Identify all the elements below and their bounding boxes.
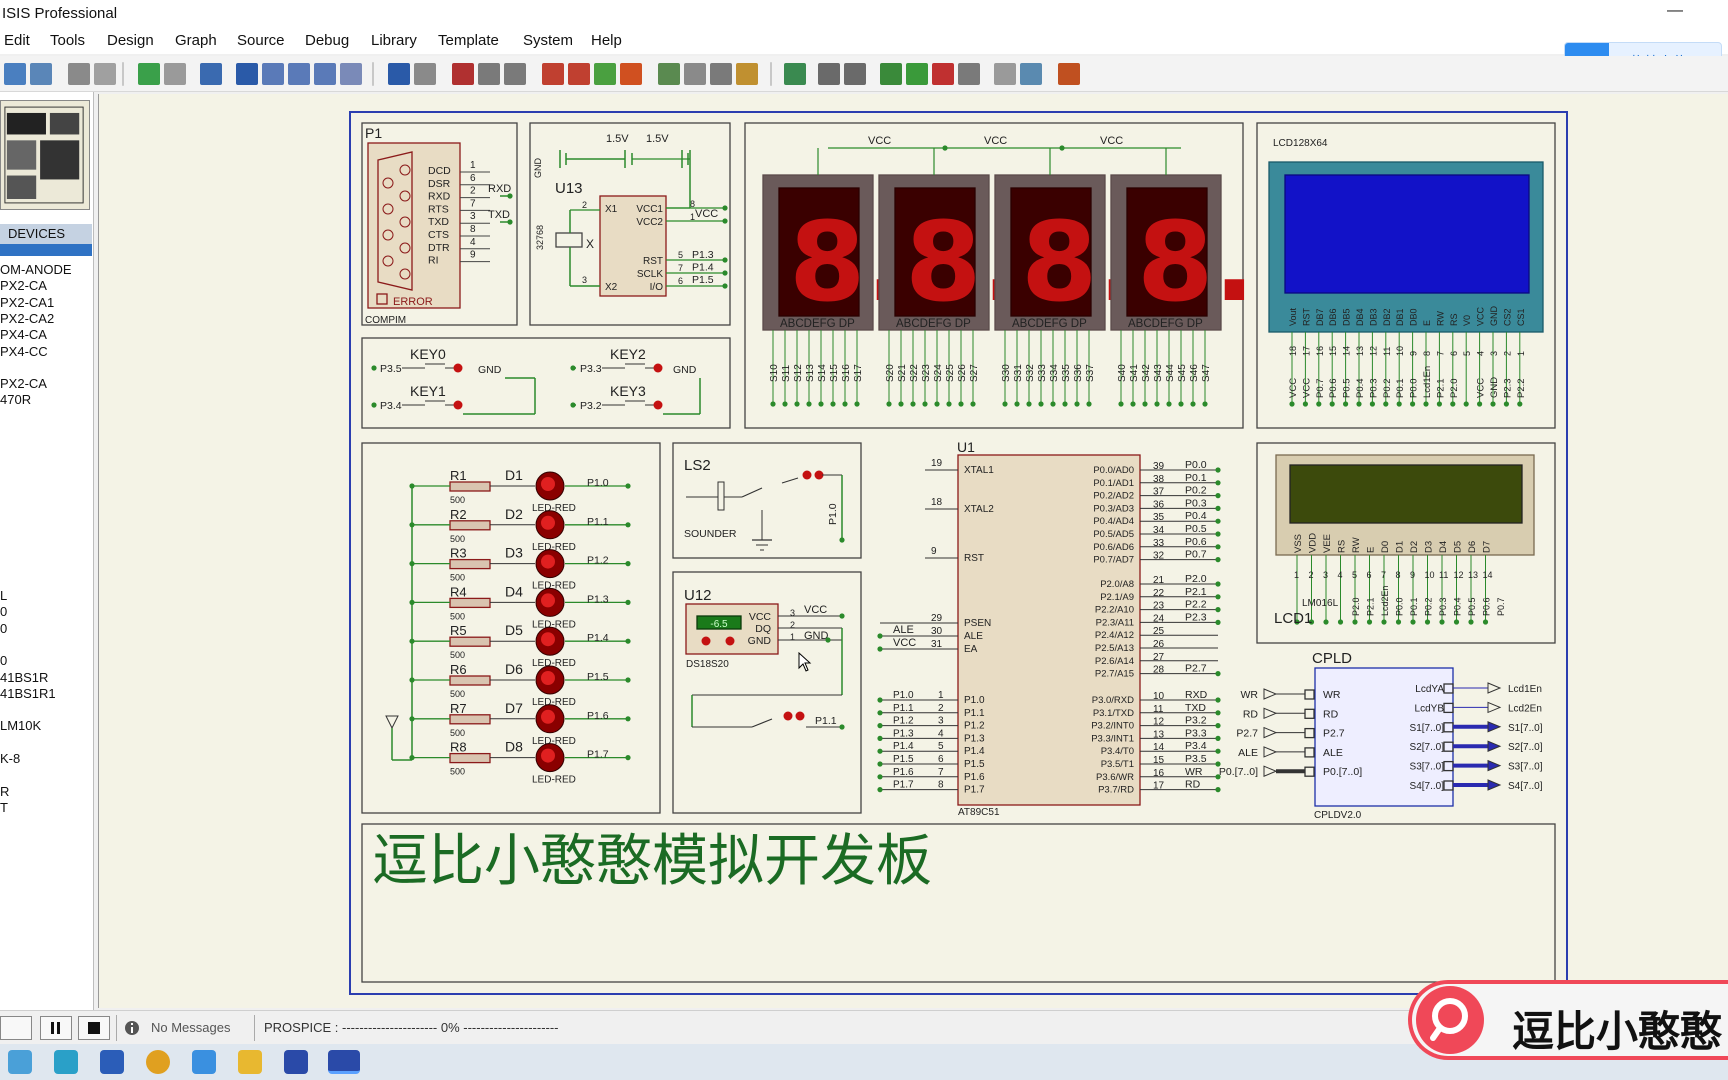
paste-icon[interactable] <box>504 63 526 85</box>
cut-icon[interactable] <box>452 63 474 85</box>
pan-icon[interactable] <box>236 63 258 85</box>
minimize-button[interactable]: — <box>1660 2 1690 24</box>
device-item[interactable]: PX2-CA <box>0 278 47 293</box>
toolbar <box>0 56 1728 92</box>
menu-system[interactable]: System <box>523 32 573 49</box>
goto-sheet-icon[interactable] <box>958 63 980 85</box>
device-item[interactable]: PX2-CA <box>0 376 47 391</box>
watermark-badge: 逗比小憨憨 <box>1408 980 1728 1060</box>
messages-status[interactable]: No Messages <box>151 1020 230 1035</box>
print-icon[interactable] <box>68 63 90 85</box>
packaging-icon[interactable] <box>710 63 732 85</box>
device-item[interactable]: LM10K <box>0 718 41 733</box>
decompose-icon[interactable] <box>736 63 758 85</box>
undo-icon[interactable] <box>388 63 410 85</box>
stop-button[interactable] <box>78 1016 110 1040</box>
baidu-netdisk-icon[interactable] <box>192 1050 216 1074</box>
isis-taskbar-icon[interactable] <box>328 1050 360 1074</box>
search-tag-icon[interactable] <box>818 63 840 85</box>
overview-window[interactable] <box>0 100 90 210</box>
mouse-cursor-icon <box>798 652 812 672</box>
page-setup-icon[interactable] <box>94 63 116 85</box>
menu-library[interactable]: Library <box>371 32 417 49</box>
info-icon <box>125 1021 139 1035</box>
stop-icon <box>88 1022 100 1034</box>
make-device-icon[interactable] <box>684 63 706 85</box>
redo-icon[interactable] <box>414 63 436 85</box>
erc-icon[interactable] <box>1020 63 1042 85</box>
window-title: ISIS Professional <box>2 5 118 22</box>
sheet-border <box>349 111 1568 995</box>
toolbar-separator <box>372 62 374 86</box>
device-item[interactable]: L <box>0 588 7 603</box>
block-rotate-icon[interactable] <box>594 63 616 85</box>
zoom-out-icon[interactable] <box>288 63 310 85</box>
grid-icon[interactable] <box>164 63 186 85</box>
zoom-area-icon[interactable] <box>340 63 362 85</box>
menu-design[interactable]: Design <box>107 32 154 49</box>
bom-icon[interactable] <box>994 63 1016 85</box>
menu-bar: Edit Tools Design Graph Source Debug Lib… <box>0 28 1728 54</box>
block-copy-icon[interactable] <box>542 63 564 85</box>
device-selected[interactable] <box>0 244 92 256</box>
menu-debug[interactable]: Debug <box>305 32 349 49</box>
wire-autorouter-icon[interactable] <box>784 63 806 85</box>
device-item[interactable]: PX2-CA1 <box>0 295 54 310</box>
zoom-all-icon[interactable] <box>314 63 336 85</box>
file-explorer-icon[interactable] <box>238 1050 262 1074</box>
chrome-icon[interactable] <box>146 1050 170 1074</box>
visio-icon[interactable] <box>284 1050 308 1074</box>
step-button[interactable] <box>0 1016 32 1040</box>
redraw-icon[interactable] <box>138 63 160 85</box>
menu-source[interactable]: Source <box>237 32 285 49</box>
toolbar-separator <box>770 62 772 86</box>
ares-icon[interactable] <box>1058 63 1080 85</box>
device-item[interactable]: PX4-CA <box>0 327 47 342</box>
edge-legacy-icon[interactable] <box>8 1050 32 1074</box>
menu-graph[interactable]: Graph <box>175 32 217 49</box>
device-item[interactable]: 0 <box>0 653 7 668</box>
menu-tools[interactable]: Tools <box>50 32 85 49</box>
device-item[interactable]: 41BS1R <box>0 670 48 685</box>
title-bar: ISIS Professional — <box>0 0 1728 28</box>
save-design-icon[interactable] <box>30 63 52 85</box>
device-item[interactable]: PX4-CC <box>0 344 48 359</box>
device-item[interactable]: R <box>0 784 9 799</box>
prospice-status: PROSPICE : ---------------------- 0% ---… <box>264 1020 559 1035</box>
open-design-icon[interactable] <box>4 63 26 85</box>
device-item[interactable]: K-8 <box>0 751 20 766</box>
device-item[interactable]: T <box>0 800 8 815</box>
devices-header: DEVICES <box>0 224 92 244</box>
block-move-icon[interactable] <box>568 63 590 85</box>
menu-help[interactable]: Help <box>591 32 622 49</box>
search-icon <box>1416 986 1484 1054</box>
edge-icon[interactable] <box>54 1050 78 1074</box>
origin-icon[interactable] <box>200 63 222 85</box>
block-delete-icon[interactable] <box>620 63 642 85</box>
menu-template[interactable]: Template <box>438 32 499 49</box>
device-item[interactable]: 0 <box>0 621 7 636</box>
device-item[interactable]: 0 <box>0 604 7 619</box>
add-sheet-icon[interactable] <box>906 63 928 85</box>
word-icon[interactable] <box>100 1050 124 1074</box>
remove-sheet-icon[interactable] <box>932 63 954 85</box>
property-assign-icon[interactable] <box>844 63 866 85</box>
status-separator <box>254 1015 255 1041</box>
pause-button[interactable] <box>40 1016 72 1040</box>
pause-icon <box>51 1022 60 1034</box>
watermark-text: 逗比小憨憨 <box>1512 1007 1723 1056</box>
device-item[interactable]: 41BS1R1 <box>0 686 56 701</box>
status-separator <box>116 1015 117 1041</box>
copy-icon[interactable] <box>478 63 500 85</box>
zoom-in-icon[interactable] <box>262 63 284 85</box>
pick-device-icon[interactable] <box>658 63 680 85</box>
device-item[interactable]: OM-ANODE <box>0 262 72 277</box>
toolbar-separator <box>122 62 124 86</box>
menu-edit[interactable]: Edit <box>4 32 30 49</box>
device-item[interactable]: PX2-CA2 <box>0 311 54 326</box>
device-item[interactable]: 470R <box>0 392 31 407</box>
device-panel: DEVICES OM-ANODE PX2-CA PX2-CA1 PX2-CA2 PX4-… <box>0 92 94 1010</box>
new-sheet-icon[interactable] <box>880 63 902 85</box>
